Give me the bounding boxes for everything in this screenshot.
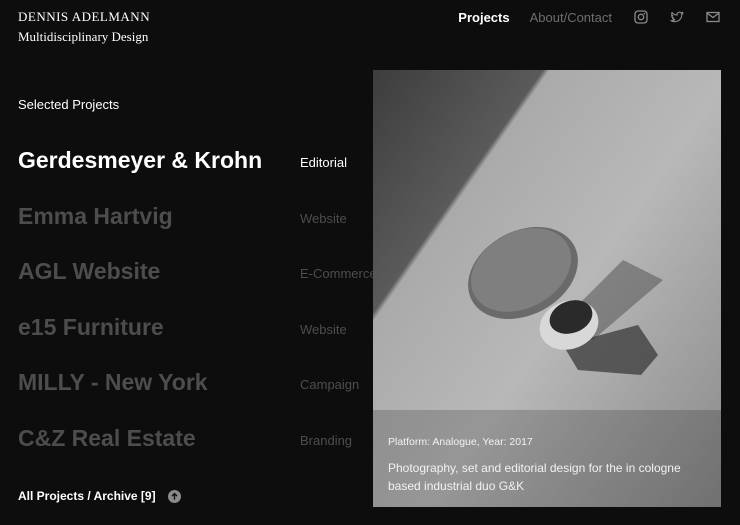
mail-icon[interactable] xyxy=(706,10,720,24)
project-name: AGL Website xyxy=(18,258,161,284)
project-name: Emma Hartvig xyxy=(18,202,173,229)
archive-label: All Projects / Archive [9] xyxy=(18,489,156,503)
brand-name: DENNIS ADELMANN xyxy=(18,9,151,24)
project-preview-image[interactable]: Platform: Analogue, Year: 2017 Photograp… xyxy=(373,70,721,507)
twitter-icon[interactable] xyxy=(670,10,684,24)
preview-description: Photography, set and editorial design fo… xyxy=(388,461,681,493)
nav-about-contact-link[interactable]: About/Contact xyxy=(530,10,612,25)
project-category: Branding xyxy=(300,432,353,448)
project-item-gerdesmeyer-krohn[interactable]: Gerdesmeyer & Krohn Editorial xyxy=(18,142,378,198)
nav-projects-link[interactable]: Projects xyxy=(458,10,509,25)
project-category: Website xyxy=(300,321,347,337)
project-category: Campaign xyxy=(300,377,360,392)
project-name: e15 Furniture xyxy=(18,313,164,340)
brand-subtitle: Multidisciplinary Design xyxy=(18,29,149,44)
preview-meta: Platform: Analogue, Year: 2017 xyxy=(388,436,533,448)
project-name: C&Z Real Estate xyxy=(18,424,196,451)
project-category: Website xyxy=(300,210,347,226)
project-item-milly-new-york[interactable]: MILLY - New York Campaign xyxy=(18,364,378,420)
top-nav: Projects About/Contact xyxy=(458,8,720,26)
project-list: Gerdesmeyer & Krohn Editorial Emma Hartv… xyxy=(18,142,378,475)
project-item-e15-furniture[interactable]: e15 Furniture Website xyxy=(18,309,378,365)
project-item-emma-hartvig[interactable]: Emma Hartvig Website xyxy=(18,198,378,254)
project-item-cz-real-estate[interactable]: C&Z Real Estate Branding xyxy=(18,420,378,476)
project-category: E-Commerce xyxy=(300,266,377,281)
project-category: Editorial xyxy=(300,155,347,170)
brand[interactable]: DENNIS ADELMANN Multidisciplinary Design xyxy=(18,9,150,45)
project-name: MILLY - New York xyxy=(18,369,208,395)
archive-link[interactable]: All Projects / Archive [9] xyxy=(18,489,181,503)
project-item-agl-website[interactable]: AGL Website E-Commerce xyxy=(18,253,378,309)
arrow-up-icon xyxy=(167,489,181,503)
project-name: Gerdesmeyer & Krohn xyxy=(18,147,263,173)
section-title: Selected Projects xyxy=(18,97,120,112)
instagram-icon[interactable] xyxy=(634,10,648,24)
